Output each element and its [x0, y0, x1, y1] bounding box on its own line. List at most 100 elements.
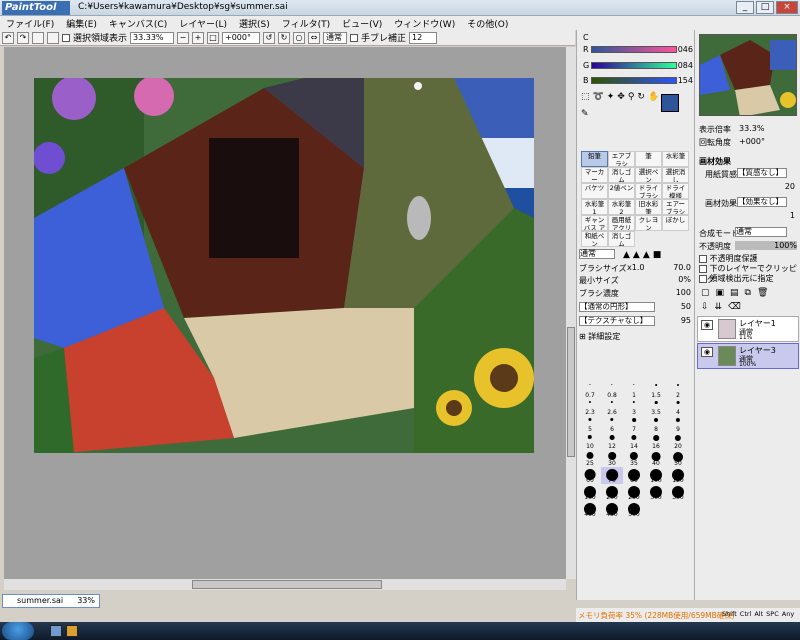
edge-medium-icon[interactable]: ▲ [633, 250, 640, 260]
brush-size-preset[interactable]: 3.5 [645, 399, 667, 416]
brush-tool-19[interactable]: ぼかし [662, 215, 689, 231]
brush-size-preset[interactable]: 200 [601, 484, 623, 501]
layer-item-selected[interactable]: ◉ レイヤー3 通常 100% [697, 343, 799, 369]
min-size-value[interactable]: 0% [657, 275, 691, 284]
taskbar-folder-icon[interactable] [66, 625, 78, 637]
rotate-right-icon[interactable]: ↻ [278, 31, 291, 44]
document-tab[interactable]: summer.sai 33% [2, 594, 100, 608]
edge-soft-icon[interactable]: ▲ [643, 250, 650, 260]
navigator-preview[interactable] [699, 34, 797, 116]
paper-texture-select[interactable]: 【質感なし】 [737, 168, 787, 178]
brush-size-preset[interactable]: 2 [667, 382, 689, 399]
zoom-icon[interactable]: ⚲ [628, 92, 635, 106]
edge-softest-icon[interactable]: ■ [653, 250, 662, 260]
brush-size-preset[interactable]: 10 [579, 433, 601, 450]
brush-size-preset[interactable]: 70 [601, 467, 623, 484]
brush-tool-18[interactable]: クレヨン [635, 215, 662, 231]
menu-view[interactable]: ビュー(V) [336, 16, 388, 30]
menu-selection[interactable]: 選択(S) [233, 16, 276, 30]
red-value[interactable]: 046 [677, 45, 693, 54]
brush-size-preset[interactable]: 2.3 [579, 399, 601, 416]
brush-size-preset[interactable]: 350 [667, 484, 689, 501]
brush-tool-2[interactable]: 筆 [635, 151, 662, 167]
brush-size-preset[interactable]: 9 [667, 416, 689, 433]
new-folder-icon[interactable]: ▤ [730, 288, 739, 298]
brush-size-preset[interactable]: 16 [645, 433, 667, 450]
brush-size-preset[interactable]: 14 [623, 433, 645, 450]
brush-size-preset[interactable]: 4 [667, 399, 689, 416]
brush-tool-11[interactable]: ドライ模様 [662, 183, 689, 199]
brush-size-preset[interactable]: 400 [579, 501, 601, 518]
brush-tool-12[interactable]: 水彩筆 1 [581, 199, 608, 215]
menu-canvas[interactable]: キャンバス(C) [103, 16, 173, 30]
brush-tool-3[interactable]: 水彩筆 [662, 151, 689, 167]
visibility-eye-icon[interactable]: ◉ [701, 347, 713, 357]
brush-tool-4[interactable]: マーカー [581, 167, 608, 183]
foreground-color-swatch[interactable] [661, 94, 679, 112]
lasso-icon[interactable]: ➰ [593, 92, 604, 106]
brush-texture-select[interactable]: 【テクスチャなし】 [579, 316, 655, 326]
brush-size-preset[interactable]: 120 [667, 467, 689, 484]
opacity-value[interactable]: 100% [735, 241, 797, 250]
brush-size-value[interactable]: 70.0 [657, 263, 691, 272]
paper-effects-header[interactable]: 画材効果 [699, 156, 731, 167]
move-icon[interactable]: ✥ [617, 92, 625, 106]
brush-size-preset[interactable]: 100 [645, 467, 667, 484]
rotate-reset-icon[interactable]: ○ [293, 31, 306, 44]
invert-selection-icon[interactable] [47, 31, 59, 44]
detection-source-option[interactable]: 領域検出元に指定 [699, 273, 774, 284]
menu-layer[interactable]: レイヤー(L) [173, 16, 233, 30]
brush-tool-1[interactable]: エアブラシ [608, 151, 635, 167]
undo-icon[interactable]: ↶ [2, 31, 14, 44]
brush-tool-17[interactable]: 画用紙 アクリル [608, 215, 635, 231]
deselect-icon[interactable] [32, 31, 44, 44]
new-linework-layer-icon[interactable]: ▣ [716, 288, 725, 298]
brush-size-preset[interactable]: 7 [623, 416, 645, 433]
brush-size-multiplier[interactable]: x1.0 [627, 263, 644, 272]
blend-mode-select[interactable]: 通常 [735, 227, 787, 237]
new-layer-icon[interactable]: ▢ [701, 288, 710, 298]
zoom-reset-icon[interactable]: □ [207, 31, 220, 44]
show-selection-checkbox[interactable] [62, 33, 70, 42]
brush-tool-5[interactable]: 消しゴム [608, 167, 635, 183]
brush-tool-15[interactable]: エアーブラシ [662, 199, 689, 215]
brush-tool-20[interactable]: 和紙ペン [581, 231, 608, 247]
close-button[interactable]: × [776, 1, 798, 14]
start-button[interactable] [2, 622, 34, 640]
brush-tool-0[interactable]: 鉛筆 [581, 151, 608, 167]
brush-size-preset[interactable]: 1 [623, 382, 645, 399]
brush-shape-value[interactable]: 50 [661, 302, 691, 311]
artwork-canvas[interactable] [34, 78, 534, 453]
stabilizer-select[interactable]: 12 [409, 31, 438, 44]
paper-texture-value[interactable]: 20 [765, 182, 795, 191]
brush-size-preset[interactable]: 20 [667, 433, 689, 450]
brush-tool-9[interactable]: 2値ペン [608, 183, 635, 199]
navigator-rotation-value[interactable]: +000° [739, 137, 765, 146]
merge-down-icon[interactable]: ⇩ [701, 302, 709, 312]
brush-tool-10[interactable]: ドライブラシ [635, 183, 662, 199]
merge-visible-icon[interactable]: ⇊ [715, 302, 723, 312]
blue-value[interactable]: 154 [677, 76, 693, 85]
brush-tool-7[interactable]: 選択消し [662, 167, 689, 183]
brush-tool-16[interactable]: ギャンバス アクリル [581, 215, 608, 231]
magic-wand-icon[interactable]: ✦ [607, 92, 615, 106]
brush-tool-21[interactable]: 消しゴム [608, 231, 635, 247]
taskbar-app-icon[interactable] [50, 625, 62, 637]
brush-size-preset[interactable]: 0.7 [579, 382, 601, 399]
brush-size-preset[interactable]: 30 [601, 450, 623, 467]
brush-size-preset[interactable]: 3 [623, 399, 645, 416]
brush-size-preset[interactable]: 160 [579, 484, 601, 501]
brush-shape-select[interactable]: 【通常の円形】 [579, 302, 655, 312]
zoom-in-icon[interactable]: + [192, 31, 205, 44]
blue-slider[interactable] [591, 77, 677, 84]
blend-select[interactable]: 通常 [323, 31, 348, 44]
minimize-button[interactable]: _ [736, 1, 754, 14]
brush-size-preset[interactable]: 25 [579, 450, 601, 467]
stabilizer-checkbox[interactable] [350, 33, 359, 42]
navigator-zoom-value[interactable]: 33.3% [739, 124, 764, 133]
brush-texture-value[interactable]: 95 [661, 316, 691, 325]
paper-effect-select[interactable]: 【効果なし】 [737, 197, 787, 207]
horizontal-scroll-thumb[interactable] [192, 580, 382, 589]
brush-mode-select[interactable]: 通常 [579, 249, 615, 259]
brush-size-preset[interactable]: 2.6 [601, 399, 623, 416]
